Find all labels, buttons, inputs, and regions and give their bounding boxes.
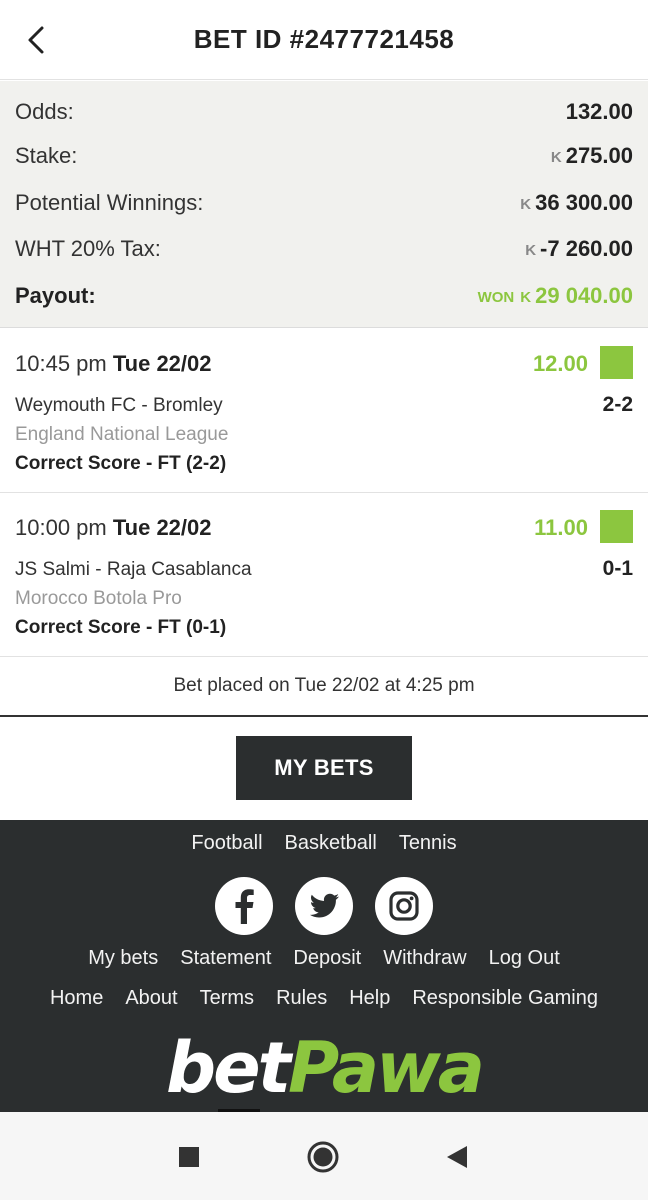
my-bets-section: MY BETS [0,719,648,820]
event-clock: 10:45 pm [15,351,107,376]
my-bets-button[interactable]: MY BETS [236,736,412,800]
info-links: Home About Terms Rules Help Responsible Gamin… [0,987,648,1010]
logo-pawa-text: Pawa [288,1027,485,1109]
betpawa-logo[interactable]: betPawa [0,1028,648,1108]
footer-link-log-out[interactable]: Log Out [489,947,560,970]
event-market: Correct Score - FT (0-1) [15,617,227,638]
odds-label: Odds: [15,99,74,124]
recents-button[interactable] [172,1140,206,1174]
social-links [0,877,648,935]
payout-row: Payout: WON K 29 040.00 [15,283,633,313]
potential-currency: K [520,196,532,213]
payout-currency: K [520,289,532,306]
stake-currency: K [550,149,562,166]
footer-link-statement[interactable]: Statement [180,947,271,970]
potential-label: Potential Winnings: [15,190,204,215]
footer-link-home[interactable]: Home [50,987,103,1010]
back-nav-button[interactable] [440,1140,474,1174]
odds-value: 132.00 [565,99,633,124]
tax-value-group: K -7 260.00 [525,236,633,262]
footer-link-help[interactable]: Help [349,987,390,1010]
event-date: Tue 22/02 [112,351,212,376]
bet-event-item[interactable]: 10:45 pm Tue 22/02 12.00 Weymouth FC - B… [0,329,648,493]
footer-link-football[interactable]: Football [191,832,262,855]
home-circle-icon [307,1141,339,1173]
twitter-icon[interactable] [295,877,353,935]
back-triangle-icon [447,1146,467,1168]
payout-value-group: WON K 29 040.00 [478,283,633,309]
footer-link-rules[interactable]: Rules [276,987,327,1010]
bet-summary: Odds: 132.00 Stake: K 275.00 Potential Wi… [0,81,648,328]
tax-label: WHT 20% Tax: [15,236,161,261]
tax-row: WHT 20% Tax: K -7 260.00 [15,236,633,266]
event-odds: 12.00 [532,351,588,376]
footer-link-responsible-gaming[interactable]: Responsible Gaming [412,987,598,1010]
event-date: Tue 22/02 [112,515,212,540]
odds-row: Odds: 132.00 [15,99,633,129]
page-title: BET ID #2477721458 [193,24,455,54]
event-score: 2-2 [602,393,633,416]
potential-value: 36 300.00 [535,190,633,215]
event-teams: Weymouth FC - Bromley [15,395,223,416]
footer-link-my-bets[interactable]: My bets [88,947,158,970]
sports-links: Football Basketball Tennis [0,832,648,855]
footer-link-terms[interactable]: Terms [200,987,254,1010]
won-status-indicator [600,346,633,379]
header-bar: BET ID #2477721458 [0,0,648,80]
stake-label: Stake: [15,143,78,168]
event-market: Correct Score - FT (2-2) [15,453,227,474]
footer: Football Basketball Tennis My bets Statemen… [0,820,648,1112]
event-score: 0-1 [602,557,633,580]
stake-row: Stake: K 275.00 [15,143,633,173]
footer-link-deposit[interactable]: Deposit [293,947,361,970]
stop-square-icon [179,1147,199,1167]
potential-row: Potential Winnings: K 36 300.00 [15,190,633,220]
tax-currency: K [525,242,537,259]
event-teams: JS Salmi - Raja Casablanca [15,559,252,580]
event-league: England National League [15,424,229,445]
bet-placed-text: Bet placed on Tue 22/02 at 4:25 pm [0,657,648,717]
footer-link-withdraw[interactable]: Withdraw [383,947,466,970]
payout-status-badge: WON [477,289,515,306]
footer-link-about[interactable]: About [125,987,177,1010]
event-time: 10:00 pm Tue 22/02 [15,515,212,541]
payout-value: 29 040.00 [535,283,633,308]
system-navigation-bar [0,1112,648,1200]
event-clock: 10:00 pm [15,515,107,540]
logo-bet-text: bet [165,1027,291,1109]
footer-link-tennis[interactable]: Tennis [399,832,457,855]
instagram-icon[interactable] [375,877,434,935]
home-button[interactable] [306,1140,340,1174]
won-status-indicator [600,510,633,543]
event-odds: 11.00 [534,515,588,540]
account-links: My bets Statement Deposit Withdraw Log Out [0,947,648,970]
stake-value-group: K 275.00 [551,143,633,169]
bet-event-item[interactable]: 10:00 pm Tue 22/02 11.00 JS Salmi - Raja… [0,493,648,657]
event-time: 10:45 pm Tue 22/02 [15,351,212,377]
payout-label: Payout: [15,283,96,308]
tax-value: -7 260.00 [540,236,633,261]
potential-value-group: K 36 300.00 [520,190,633,216]
stake-value: 275.00 [565,143,633,168]
event-league: Morocco Botola Pro [15,588,182,609]
facebook-icon[interactable] [214,877,273,935]
footer-link-basketball[interactable]: Basketball [285,832,377,855]
